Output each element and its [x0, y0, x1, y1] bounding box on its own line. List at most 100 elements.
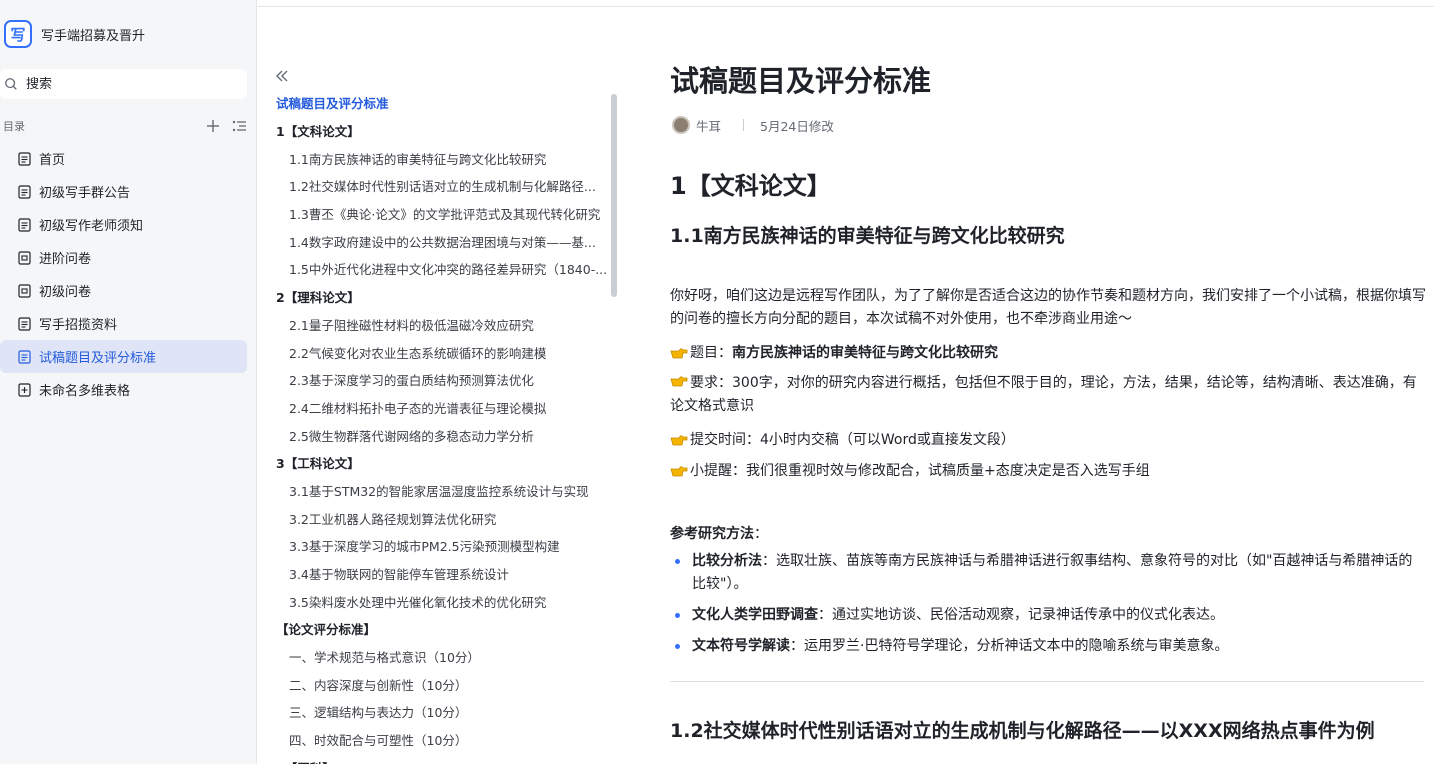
outline-item[interactable]: 3.5染料废水处理中光催化氧化技术的优化研究 [276, 587, 611, 615]
outline-list: 试稿题目及评分标准 1【文科论文】 1.1南方民族神话的审美特征与跨文化比较研究 1.… [276, 89, 611, 764]
heading-1: 1【文科论文】 [670, 172, 831, 200]
outline-item-label: 3.2工业机器人路径规划算法优化研究 [289, 511, 497, 527]
method-heading: 参考研究方法： [670, 522, 768, 544]
sidebar-item[interactable]: 首页 [0, 142, 247, 175]
outline-item-label: 1.3曹丕《典论·论文》的文学批评范式及其现代转化研究 [289, 207, 601, 223]
outline-item[interactable]: 四、时效配合与可塑性（10分） [276, 726, 611, 754]
outline-item-label: 2.2气候变化对农业生态系统碳循环的影响建模 [289, 345, 547, 361]
author-name[interactable]: 牛耳 [696, 116, 721, 135]
outline-item-label: 2.5微生物群落代谢网络的多稳态动力学分析 [289, 428, 534, 444]
outline-item[interactable]: 二、内容深度与创新性（10分） [276, 670, 611, 698]
outline-item[interactable]: 1.1南方民族神话的审美特征与跨文化比较研究 [276, 144, 611, 172]
outline-item-label: 三、逻辑结构与表达力（10分） [289, 705, 468, 721]
sidebar-item[interactable]: 初级写作老师须知 [0, 208, 247, 241]
outline-item-label: 3.1基于STM32的智能家居温湿度监控系统设计与实现 [289, 483, 589, 499]
sidebar-item[interactable]: 初级问卷 [0, 274, 247, 307]
sidebar-item-label: 初级写手群公告 [39, 186, 131, 201]
outline-item-label: 1.2社交媒体时代性别话语对立的生成机制与化解路径... [289, 179, 596, 195]
outline-item-label: 试稿题目及评分标准 [276, 96, 389, 112]
outline-item[interactable]: 1【文科论文】 [276, 117, 611, 145]
divider [670, 681, 1424, 682]
add-icon[interactable] [205, 118, 221, 134]
outline-item[interactable]: 1.2社交媒体时代性别话语对立的生成机制与化解路径... [276, 172, 611, 200]
search-icon [5, 78, 17, 90]
modified-time: 5月24日修改 [760, 118, 834, 134]
collapse-outline-icon[interactable] [274, 68, 292, 84]
list-item-term: 比较分析法 [692, 553, 762, 569]
form-icon [18, 283, 32, 298]
outline-item-label: 四、时效配合与可塑性（10分） [289, 733, 468, 749]
list-options-icon[interactable] [231, 118, 247, 134]
list-item-text: ：通过实地访谈、民俗活动观察，记录神话传承中的仪式化表达。 [818, 607, 1224, 623]
app-window: 写 写手端招募及晋升 目录 首页初级写手群公告初级写作老师须知进阶问卷初级问卷写… [0, 0, 1434, 764]
sidebar-item[interactable]: 试稿题目及评分标准 [0, 340, 247, 373]
outline-item[interactable]: 2.1量子阻挫磁性材料的极低温磁冷效应研究 [276, 311, 611, 339]
outline-item[interactable]: 一、学术规范与格式意识（10分） [276, 643, 611, 671]
sidebar-item[interactable]: 未命名多维表格 [0, 373, 247, 406]
outline-item[interactable]: 2【理科论文】 [276, 283, 611, 311]
outline-item-label: 3.4基于物联网的智能停车管理系统设计 [289, 567, 509, 583]
outline-item[interactable]: 3.1基于STM32的智能家居温湿度监控系统设计与实现 [276, 477, 611, 505]
outline-item-label: 1.4数字政府建设中的公共数据治理困境与对策——基... [289, 234, 596, 250]
outline-item[interactable]: 4【医科】 [276, 754, 611, 764]
list-item-term: 文化人类学田野调查 [692, 607, 818, 623]
nav-list: 首页初级写手群公告初级写作老师须知进阶问卷初级问卷写手招揽资料试稿题目及评分标准… [0, 142, 247, 406]
outline-item-label: 4【医科】 [276, 758, 335, 764]
meta-divider [743, 119, 745, 131]
topic-line: 题目： 南方民族神话的审美特征与跨文化比较研究 [670, 341, 998, 363]
outline-item[interactable]: 1.4数字政府建设中的公共数据治理困境与对策——基... [276, 227, 611, 255]
pointing-hand-icon [670, 372, 688, 388]
list-item: 比较分析法：选取壮族、苗族等南方民族神话与希腊神话进行叙事结构、意象符号的对比（… [670, 550, 1426, 596]
sidebar: 写 写手端招募及晋升 目录 首页初级写手群公告初级写作老师须知进阶问卷初级问卷写… [0, 0, 257, 764]
intro-paragraph: 你好呀，咱们这边是远程写作团队，为了了解你是否适合这边的协作节奏和题材方向，我们… [670, 288, 1426, 327]
sidebar-item[interactable]: 进阶问卷 [0, 241, 247, 274]
topic-label: 题目： [690, 345, 732, 361]
avatar[interactable] [672, 116, 690, 134]
toc-label: 目录 [3, 120, 25, 133]
document: 试稿题目及评分标准 牛耳 5月24日修改 1【文科论文】 1.1南方民族神话的审… [670, 0, 1426, 764]
outline-item[interactable]: 2.4二维材料拓扑电子态的光谱表征与理论模拟 [276, 394, 611, 422]
sidebar-item-label: 进阶问卷 [39, 252, 92, 267]
workspace-name: 写手端招募及晋升 [41, 28, 146, 44]
outline-item[interactable]: 1.5中外近代化进程中文化冲突的路径差异研究（1840-... [276, 255, 611, 283]
requirement-line: 要求：300字，对你的研究内容进行概括，包括但不限于目的，理论，方法，结果，结论… [670, 372, 1426, 418]
search-box[interactable] [0, 69, 247, 99]
method-list: 比较分析法：选取壮族、苗族等南方民族神话与希腊神话进行叙事结构、意象符号的对比（… [670, 550, 1426, 666]
outline-item[interactable]: 试稿题目及评分标准 [276, 89, 611, 117]
sidebar-item-label: 试稿题目及评分标准 [39, 351, 157, 366]
outline-item-label: 1.1南方民族神话的审美特征与跨文化比较研究 [289, 151, 547, 167]
base-icon [18, 382, 32, 397]
toc-header: 目录 [3, 117, 247, 135]
pointing-hand-icon [670, 431, 688, 447]
outline-item[interactable]: 2.5微生物群落代谢网络的多稳态动力学分析 [276, 421, 611, 449]
heading-2-2: 1.2社交媒体时代性别话语对立的生成机制与化解路径——以XXX网络热点事件为例 [670, 720, 1375, 742]
requirement-text: 要求：300字，对你的研究内容进行概括，包括但不限于目的，理论，方法，结果，结论… [670, 375, 1417, 414]
outline-item[interactable]: 3【工科论文】 [276, 449, 611, 477]
sidebar-item-label: 初级问卷 [39, 285, 92, 300]
form-icon [18, 250, 32, 265]
outline-item-label: 2.1量子阻挫磁性材料的极低温磁冷效应研究 [289, 317, 534, 333]
page-title: 试稿题目及评分标准 [670, 64, 932, 98]
outline-item[interactable]: 三、逻辑结构与表达力（10分） [276, 698, 611, 726]
doc-icon [18, 151, 32, 166]
outline-item-label: 2.3基于深度学习的蛋白质结构预测算法优化 [289, 373, 534, 389]
outline-item-label: 3.5染料废水处理中光催化氧化技术的优化研究 [289, 594, 547, 610]
pointing-hand-icon [670, 344, 688, 360]
workspace-header[interactable]: 写 写手端招募及晋升 [4, 18, 145, 50]
tip-text: 小提醒：我们很重视时效与修改配合，试稿质量+态度决定是否入选写手组 [690, 463, 1150, 479]
outline-scrollbar[interactable] [611, 94, 617, 297]
sidebar-item[interactable]: 初级写手群公告 [0, 175, 247, 208]
outline-item[interactable]: 3.4基于物联网的智能停车管理系统设计 [276, 560, 611, 588]
outline-item[interactable]: 1.3曹丕《典论·论文》的文学批评范式及其现代转化研究 [276, 200, 611, 228]
outline-item[interactable]: 3.3基于深度学习的城市PM2.5污染预测模型构建 [276, 532, 611, 560]
outline-item[interactable]: 2.3基于深度学习的蛋白质结构预测算法优化 [276, 366, 611, 394]
outline-item[interactable]: 【论文评分标准】 [276, 615, 611, 643]
outline-item-label: 2【理科论文】 [276, 290, 360, 306]
outline-item[interactable]: 2.2气候变化对农业生态系统碳循环的影响建模 [276, 338, 611, 366]
topic-value: 南方民族神话的审美特征与跨文化比较研究 [732, 345, 998, 361]
search-input[interactable] [26, 76, 226, 92]
outline-item[interactable]: 3.2工业机器人路径规划算法优化研究 [276, 504, 611, 532]
doc-icon [18, 316, 32, 331]
method-label: 参考研究方法 [670, 526, 754, 542]
sidebar-item[interactable]: 写手招揽资料 [0, 307, 247, 340]
